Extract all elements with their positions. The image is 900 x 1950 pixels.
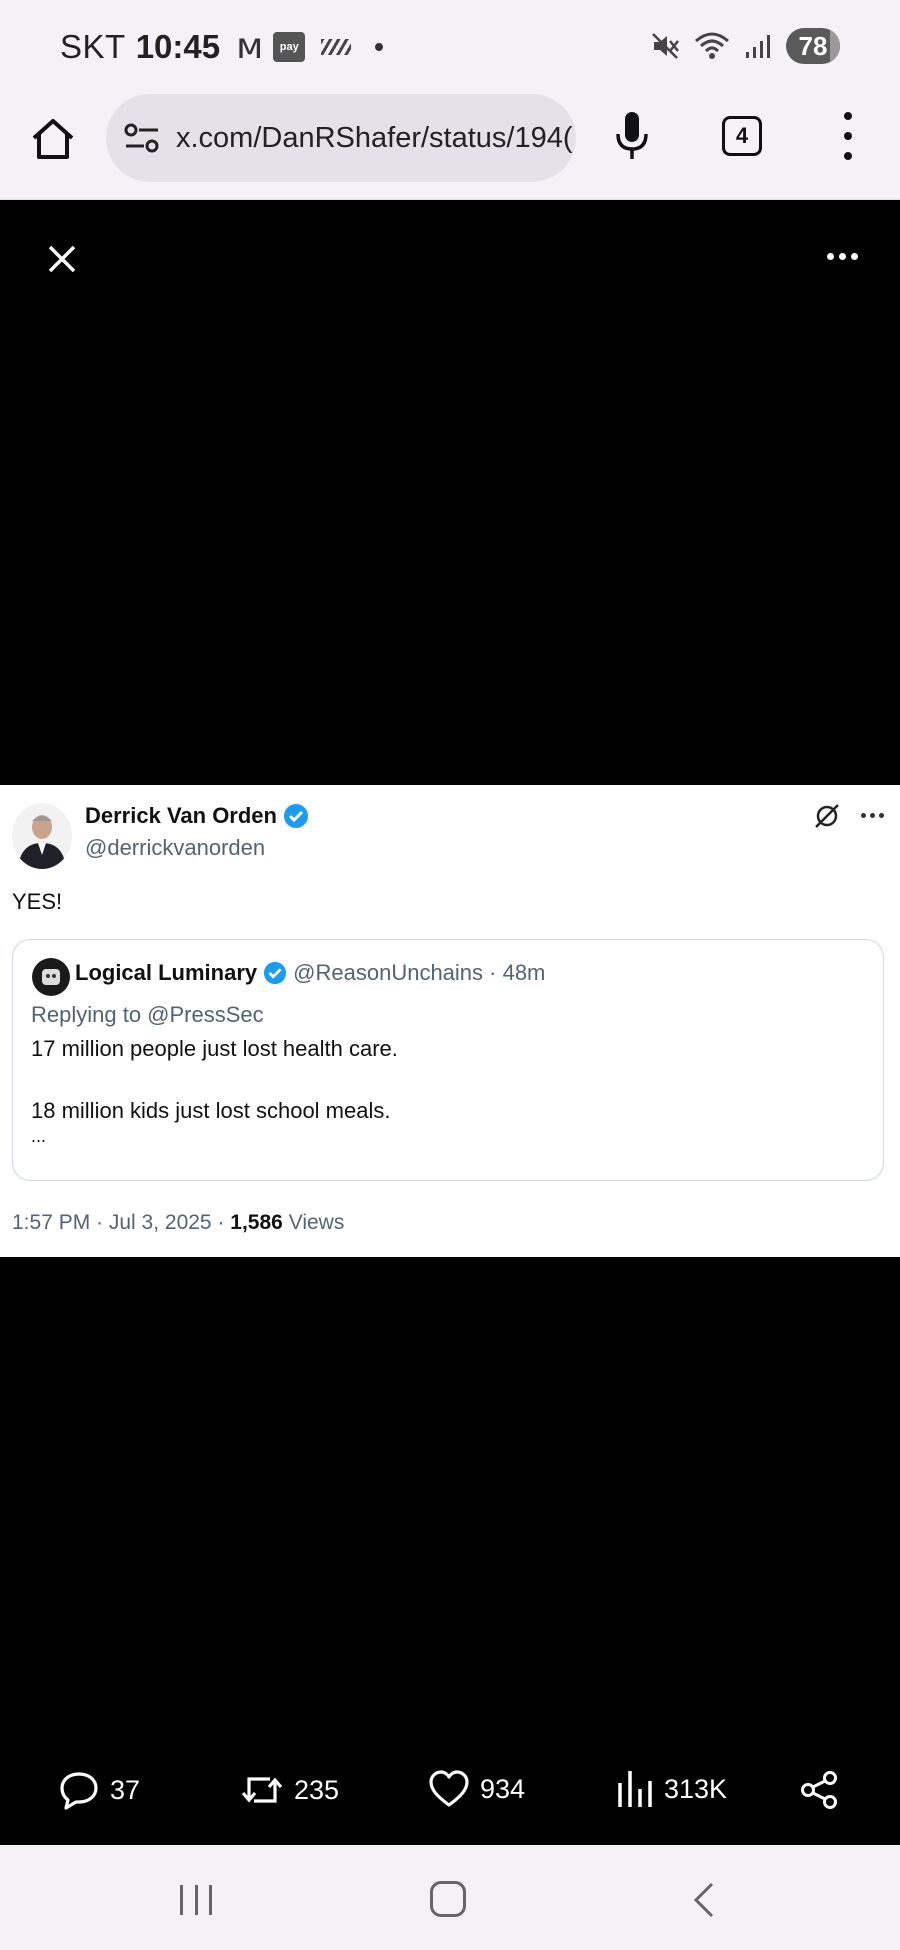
quoted-ellipsis: ... xyxy=(31,1126,47,1146)
card-more-dot xyxy=(861,813,866,818)
battery-indicator: 78 xyxy=(786,28,840,64)
card-more-icon xyxy=(861,813,884,818)
carrier-label: SKT xyxy=(60,27,126,65)
home-icon[interactable] xyxy=(28,114,78,164)
author-name-row: Derrick Van Orden xyxy=(85,803,309,829)
verified-badge-icon xyxy=(264,961,287,985)
tweet-meta: 1:57 PM · Jul 3, 2025 · 1,586 Views xyxy=(12,1211,344,1235)
reply-count: 37 xyxy=(110,1774,141,1805)
recents-bar xyxy=(209,1885,212,1915)
back-icon[interactable] xyxy=(686,1881,722,1919)
analytics-icon xyxy=(618,1771,652,1807)
tweet-timestamp: 1:57 PM · Jul 3, 2025 · xyxy=(12,1211,225,1234)
status-right: 78 xyxy=(650,28,840,64)
quoted-line-1: 17 million people just lost health care. xyxy=(31,1036,398,1061)
menu-dot xyxy=(844,112,852,120)
mcdonalds-icon: ᴍ xyxy=(236,26,264,67)
quoted-line-2: 18 million kids just lost school meals. xyxy=(31,1098,391,1123)
reply-button[interactable]: 37 xyxy=(58,1769,140,1811)
tweet-text: YES! xyxy=(12,889,63,914)
share-icon xyxy=(801,1771,837,1809)
quoted-handle-time: @ReasonUnchains · 48m xyxy=(293,960,546,985)
recents-bar xyxy=(180,1885,183,1915)
card-more-dot xyxy=(870,813,875,818)
system-navigation-bar xyxy=(0,1845,900,1950)
quoted-tweet: Logical Luminary @ReasonUnchains · 48m R… xyxy=(12,939,884,1181)
more-dot xyxy=(827,253,834,260)
action-bar: 37 235 934 313K xyxy=(0,1755,900,1835)
like-count: 934 xyxy=(480,1773,526,1804)
menu-dot xyxy=(844,132,852,140)
menu-dot xyxy=(844,152,852,160)
pay-icon: pay xyxy=(273,31,306,62)
clock: 10:45 xyxy=(135,27,221,65)
author-avatar xyxy=(12,803,72,869)
quoted-avatar xyxy=(32,958,70,996)
repost-count: 235 xyxy=(294,1774,340,1805)
signal-icon xyxy=(746,35,770,58)
repost-icon xyxy=(241,1777,283,1803)
site-settings-icon[interactable] xyxy=(122,118,162,158)
verified-badge-icon xyxy=(283,804,308,828)
repost-button[interactable]: 235 xyxy=(240,1769,339,1811)
author-name: Derrick Van Orden xyxy=(85,803,277,828)
notification-icon xyxy=(321,38,352,55)
tweet-screenshot-image[interactable]: Derrick Van Orden @derrickvanorden YES! … xyxy=(0,785,900,1257)
wifi-icon xyxy=(695,32,729,59)
more-dot xyxy=(851,253,858,260)
mute-icon xyxy=(652,33,679,59)
heart-icon xyxy=(429,1770,469,1807)
close-icon[interactable] xyxy=(44,241,80,277)
more-dot xyxy=(839,253,846,260)
quoted-header: Logical Luminary @ReasonUnchains · 48m xyxy=(75,960,545,986)
battery-level: 78 xyxy=(798,30,828,61)
views-button[interactable]: 313K xyxy=(616,1769,727,1809)
author-handle: @derrickvanorden xyxy=(85,835,266,860)
reply-icon xyxy=(60,1772,98,1810)
quoted-replying-to: Replying to @PressSec xyxy=(31,1002,264,1027)
tab-switcher-button[interactable]: 4 xyxy=(722,116,762,156)
recents-bar xyxy=(194,1885,198,1915)
card-more-dot xyxy=(879,813,884,818)
microphone-icon[interactable] xyxy=(612,110,652,162)
url-text[interactable]: x.com/DanRShafer/status/194( xyxy=(176,122,573,155)
browser-menu-button[interactable] xyxy=(836,112,860,160)
browser-toolbar: x.com/DanRShafer/status/194( 4 xyxy=(0,92,900,200)
status-bar: SKT 10:45 ᴍ pay 78 xyxy=(0,0,900,92)
more-notifications-dot-icon xyxy=(375,42,384,51)
grok-icon xyxy=(815,804,839,828)
share-button[interactable] xyxy=(798,1769,840,1811)
status-left: SKT 10:45 ᴍ pay xyxy=(60,26,384,67)
views-count: 313K xyxy=(664,1773,728,1804)
tweet-views-count: 1,586 xyxy=(230,1211,283,1234)
home-button-icon[interactable] xyxy=(430,1881,466,1917)
tab-count: 4 xyxy=(735,123,749,148)
more-options-button[interactable] xyxy=(827,253,858,260)
tweet-views-label: Views xyxy=(288,1211,345,1234)
quoted-name: Logical Luminary xyxy=(75,960,258,985)
address-bar[interactable]: x.com/DanRShafer/status/194( xyxy=(106,94,576,182)
like-button[interactable]: 934 xyxy=(428,1769,525,1809)
recent-apps-icon[interactable] xyxy=(180,1885,212,1915)
